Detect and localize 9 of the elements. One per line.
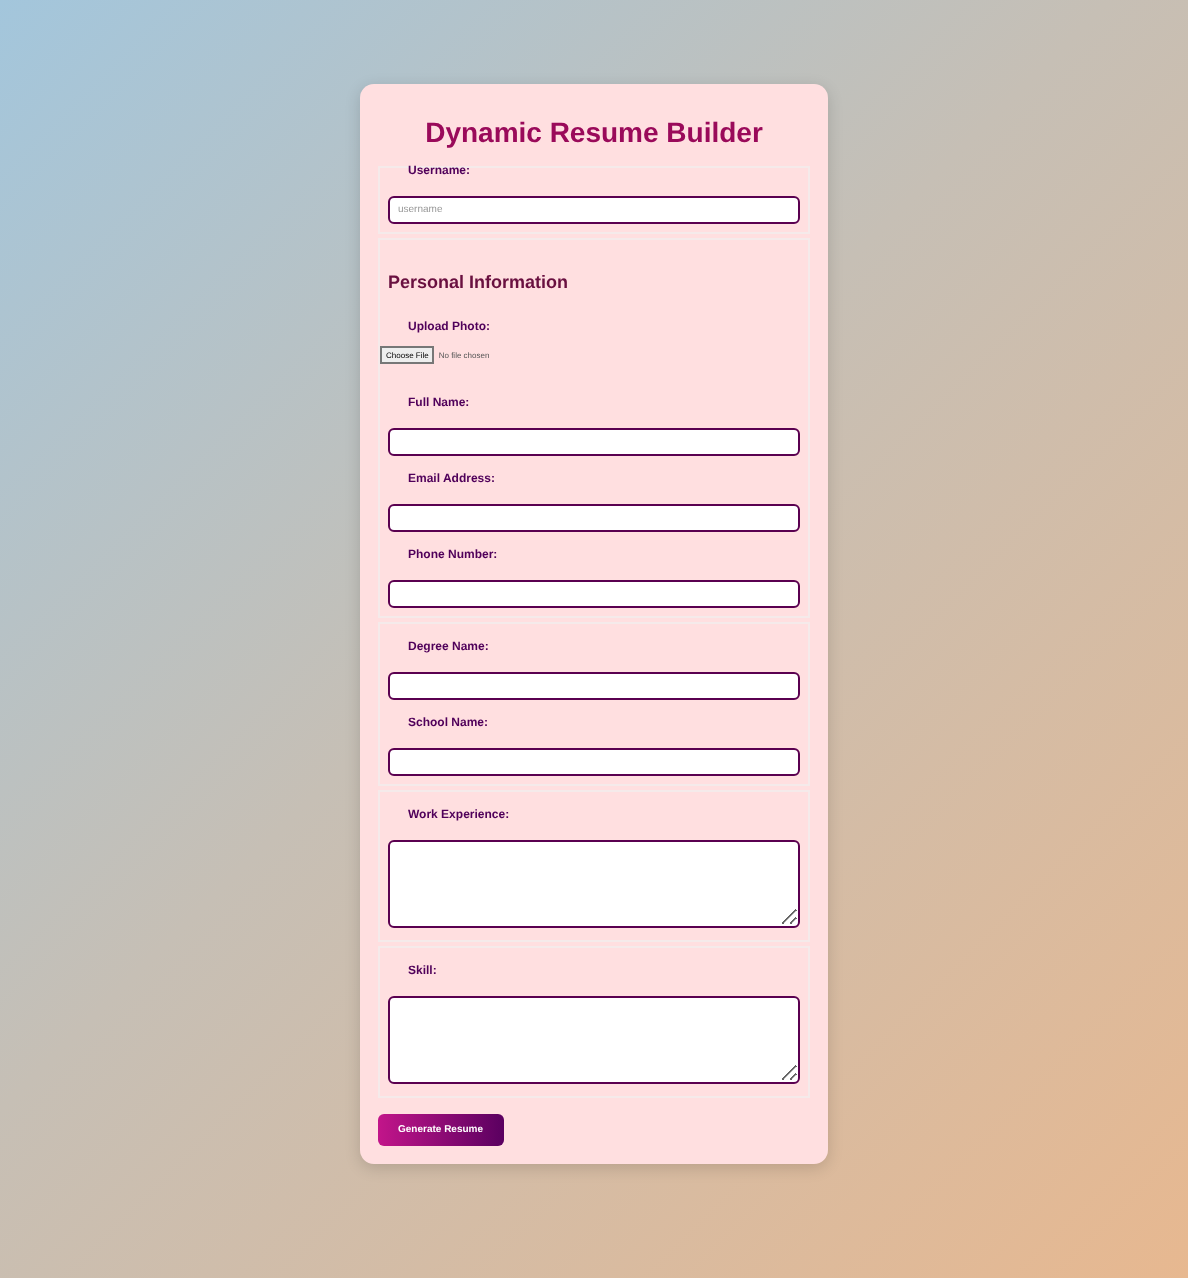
input-field[interactable]	[388, 672, 800, 700]
form-title: Dynamic Resume Builder	[423, 116, 765, 148]
input-field[interactable]	[388, 748, 800, 776]
textarea-field[interactable]	[388, 840, 800, 928]
input-field[interactable]	[388, 580, 800, 608]
textarea-field[interactable]	[388, 996, 800, 1084]
section-heading: Personal Information	[388, 272, 571, 292]
input-field[interactable]	[388, 428, 800, 456]
input-field[interactable]	[388, 504, 800, 532]
